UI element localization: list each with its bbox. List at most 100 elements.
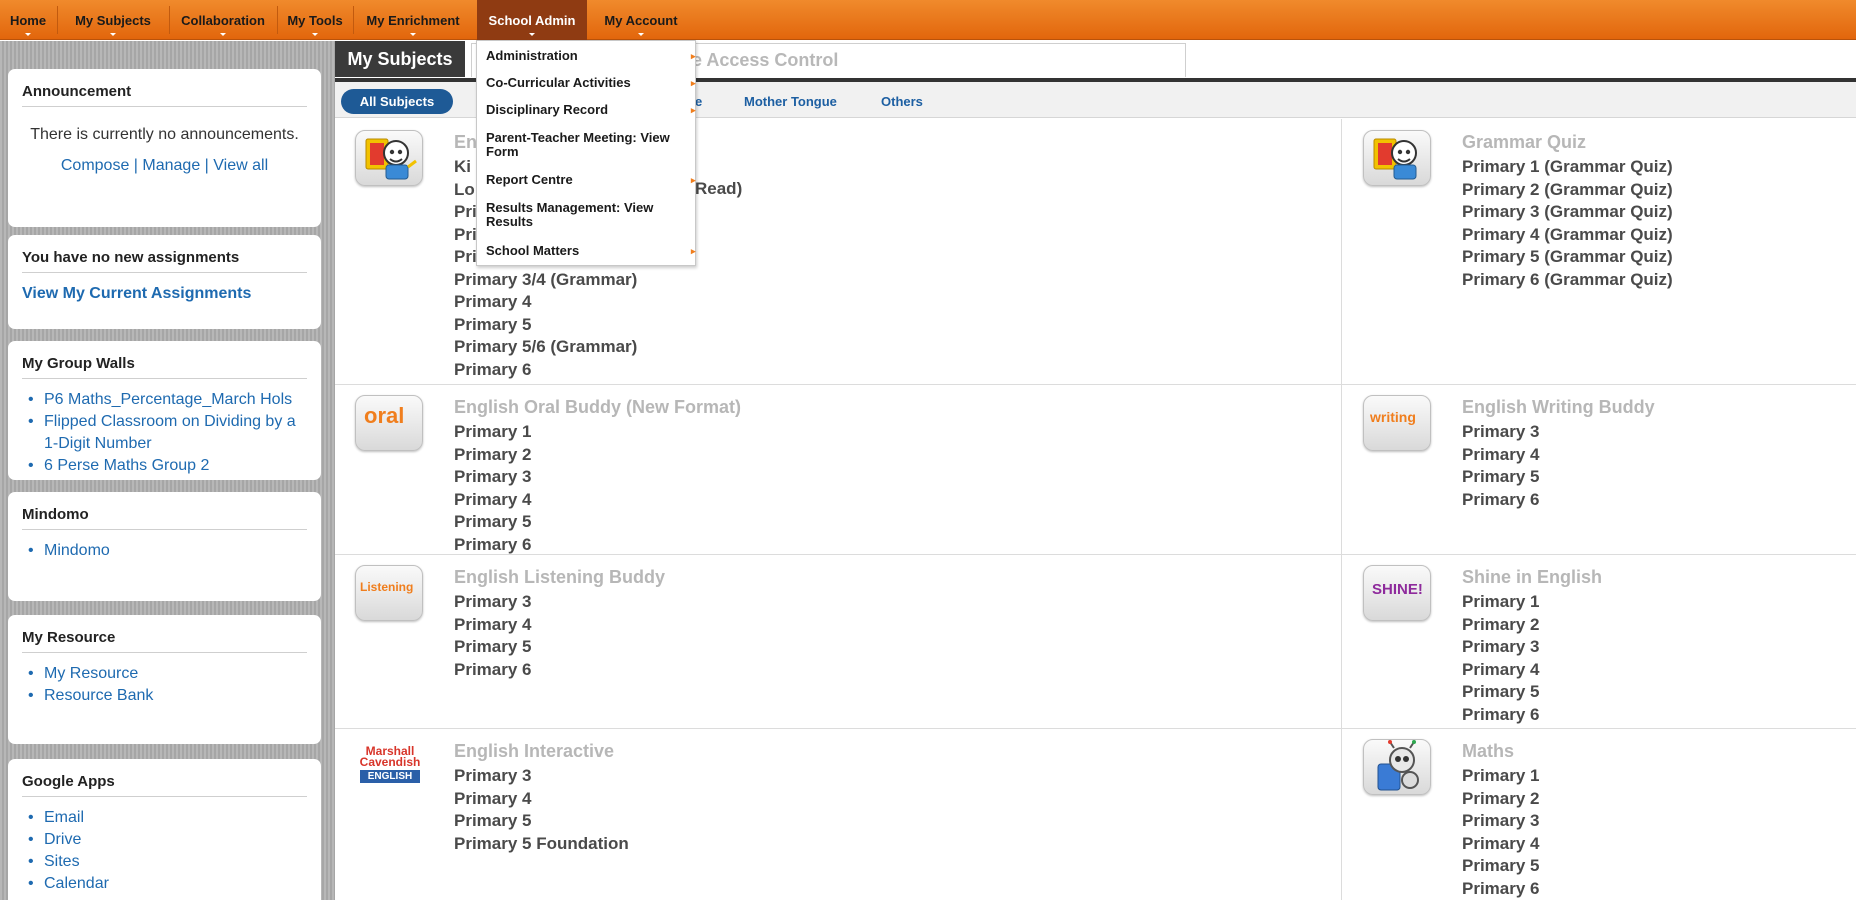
resource-list: My Resource Resource Bank [28,663,311,707]
menu-item-results[interactable]: Results Management: View Results [486,201,676,229]
level-link[interactable]: Primary 4 [454,291,637,314]
list-item[interactable]: Flipped Classroom on Dividing by a 1-Dig… [28,411,311,455]
list-item[interactable]: Mindomo [28,540,311,562]
level-link[interactable]: Primary 3/4 (Grammar) [454,269,637,292]
level-link[interactable]: Primary 4 [1462,444,1540,467]
level-link[interactable]: Primary 5/6 (Grammar) [454,336,637,359]
level-link[interactable]: Primary 6 [1462,704,1540,727]
level-link[interactable]: Primary 4 [454,614,532,637]
level-link[interactable]: Primary 6 [454,659,532,682]
level-link[interactable]: Primary 4 [454,489,532,512]
nav-school-admin[interactable]: School Admin [477,0,587,40]
level-link[interactable]: Primary 6 [454,359,637,382]
subject-title[interactable]: English Writing Buddy [1462,397,1655,418]
assignments-panel: You have no new assignments View My Curr… [8,235,321,329]
list-item[interactable]: Sites [28,851,311,873]
level-link[interactable]: Primary 3 (Grammar Quiz) [1462,201,1673,224]
view-all-link[interactable]: View all [213,157,268,174]
menu-item-administration[interactable]: Administration ▸ [486,49,696,63]
subject-title[interactable]: English Interactive [454,741,614,762]
panel-title: My Resource [22,629,307,653]
caret-down-icon [220,33,226,36]
level-link[interactable]: Primary 1 [1462,591,1540,614]
nav-my-subjects[interactable]: My Subjects [58,0,168,40]
level-link[interactable]: Primary 6 [1462,489,1540,512]
level-link-partial[interactable]: Read) [695,178,742,201]
subject-title[interactable]: En [454,132,477,153]
list-item[interactable]: My Resource [28,663,311,685]
menu-item-disciplinary[interactable]: Disciplinary Record ▸ [486,103,696,117]
level-link[interactable]: Primary 5 [454,511,532,534]
level-link[interactable]: Primary 5 [454,636,532,659]
view-assignments-link[interactable]: View My Current Assignments [22,285,251,303]
level-link[interactable]: Primary 5 [454,314,637,337]
level-link[interactable]: Primary 2 [1462,614,1540,637]
level-link[interactable]: Primary 5 Foundation [454,833,629,856]
level-link[interactable]: Primary 6 [454,534,532,557]
list-item[interactable]: 6 Perse Maths Group 2 [28,455,311,477]
level-link[interactable]: Primary 2 [1462,788,1540,811]
nav-my-tools[interactable]: My Tools [278,0,352,40]
level-link[interactable]: Primary 1 [1462,765,1540,788]
level-link[interactable]: Primary 2 [454,444,532,467]
list-item[interactable]: Resource Bank [28,685,311,707]
top-navigation: Home My Subjects Collaboration My Tools … [0,0,1856,40]
level-link[interactable]: Primary 6 [1462,878,1540,900]
level-link[interactable]: Primary 5 [454,810,629,833]
level-link[interactable]: Primary 5 (Grammar Quiz) [1462,246,1673,269]
nav-label: Home [9,13,47,28]
grammar-quiz-icon [1363,130,1431,186]
subject-title[interactable]: Grammar Quiz [1462,132,1586,153]
level-link[interactable]: Primary 4 [1462,833,1540,856]
level-link[interactable]: Primary 5 [1462,466,1540,489]
panel-title: Announcement [22,83,307,107]
list-item[interactable]: Email [28,807,311,829]
submenu-arrow-icon: ▸ [691,78,696,88]
level-link[interactable]: Primary 3 [1462,810,1540,833]
filter-others[interactable]: Others [881,94,923,109]
subject-title[interactable]: English Oral Buddy (New Format) [454,397,741,418]
panel-title: You have no new assignments [22,249,307,273]
icon-text: oral [364,403,405,428]
subject-title[interactable]: Maths [1462,741,1514,762]
filter-english[interactable]: e [695,94,702,109]
level-link[interactable]: Primary 3 [454,466,532,489]
group-walls-panel: My Group Walls P6 Maths_Percentage_March… [8,341,321,480]
menu-label: Parent-Teacher Meeting: View Form [486,130,670,159]
level-link[interactable]: Primary 4 (Grammar Quiz) [1462,224,1673,247]
level-link[interactable]: Primary 3 [1462,421,1540,444]
compose-link[interactable]: Compose [61,157,129,174]
announcement-actions: Compose | Manage | View all [8,157,321,175]
nav-my-enrichment[interactable]: My Enrichment [354,0,472,40]
school-admin-dropdown: Administration ▸ Co-Curricular Activities… [476,40,696,266]
level-link[interactable]: Primary 4 [1462,659,1540,682]
level-link[interactable]: Primary 3 [454,765,629,788]
menu-item-report-centre[interactable]: Report Centre ▸ [486,173,696,187]
filter-mother-tongue[interactable]: Mother Tongue [744,94,837,109]
list-item[interactable]: P6 Maths_Percentage_March Hols [28,389,311,411]
level-link[interactable]: Primary 6 (Grammar Quiz) [1462,269,1673,292]
level-link[interactable]: Primary 4 [454,788,629,811]
level-link[interactable]: Primary 2 (Grammar Quiz) [1462,179,1673,202]
list-item[interactable]: Calendar [28,873,311,895]
nav-my-account[interactable]: My Account [592,0,690,40]
google-apps-panel: Google Apps Email Drive Sites Calendar [8,759,321,900]
menu-item-school-matters[interactable]: School Matters ▸ [486,244,696,258]
level-link[interactable]: Primary 3 [454,591,532,614]
level-link[interactable]: Primary 5 [1462,855,1540,878]
level-link[interactable]: Primary 5 [1462,681,1540,704]
menu-item-cca[interactable]: Co-Curricular Activities ▸ [486,76,696,90]
menu-item-ptm[interactable]: Parent-Teacher Meeting: View Form [486,131,681,159]
nav-collaboration[interactable]: Collaboration [170,0,276,40]
filter-all-subjects[interactable]: All Subjects [341,89,453,114]
level-link[interactable]: Primary 1 [454,421,532,444]
nav-home[interactable]: Home [0,0,56,40]
manage-link[interactable]: Manage [142,157,200,174]
list-item[interactable]: Drive [28,829,311,851]
level-link[interactable]: Primary 1 (Grammar Quiz) [1462,156,1673,179]
icon-text: writing [1370,409,1416,425]
tab-my-subjects[interactable]: My Subjects [335,41,465,77]
level-link[interactable]: Primary 3 [1462,636,1540,659]
subject-title[interactable]: Shine in English [1462,567,1602,588]
subject-title[interactable]: English Listening Buddy [454,567,665,588]
